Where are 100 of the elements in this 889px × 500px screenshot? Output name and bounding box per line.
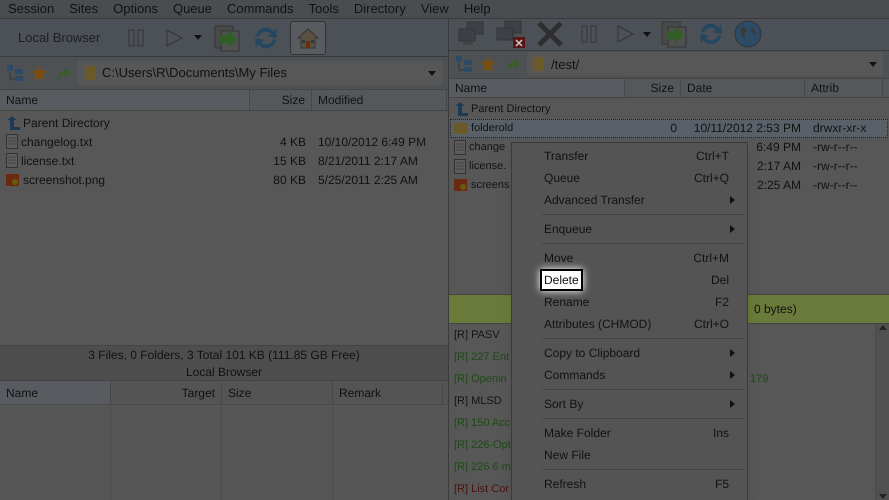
menu-item[interactable]: Session (8, 0, 54, 19)
column-header[interactable]: Name (0, 381, 111, 404)
menu-item[interactable]: Options (113, 0, 158, 19)
caret-icon[interactable] (194, 35, 202, 40)
column-header[interactable]: Target (111, 381, 222, 404)
home-button[interactable] (290, 20, 326, 54)
column-header[interactable]: Remark (333, 381, 443, 404)
menu-item[interactable]: New File (544, 446, 591, 464)
menu-item[interactable]: Make Folder (544, 424, 611, 442)
file-attributes: -rw-r--r-- (813, 140, 858, 154)
log-line: [R] List Cor (454, 483, 510, 495)
path-field[interactable]: C:\Users\R\Documents\My Files (78, 61, 442, 85)
home-icon[interactable] (296, 26, 320, 50)
play-icon[interactable] (615, 24, 635, 44)
file-date: 10/10/2012 6:49 PM (318, 134, 426, 148)
menu-item[interactable]: Delete (540, 269, 583, 291)
shortcut-text: Ins (712, 425, 729, 442)
column-header[interactable]: Attrib (805, 78, 883, 97)
globe-icon[interactable] (733, 19, 763, 50)
transfer-icon[interactable] (659, 19, 689, 50)
menu-item[interactable]: Sort By (544, 395, 584, 413)
menu-item[interactable]: Queue (172, 0, 212, 19)
disconnect-icon[interactable] (495, 19, 527, 50)
menu-item[interactable]: Directory (354, 0, 406, 19)
panel-caption: Local Browser (186, 364, 262, 381)
status-text: 0 bytes) (754, 300, 797, 318)
scroll-down-icon[interactable] (878, 494, 886, 500)
image-file-icon (6, 172, 20, 186)
menu-item[interactable]: Queue (544, 169, 580, 187)
file-date: 5/25/2011 2:25 AM (318, 172, 418, 186)
log-line: [R] 226 6 m (454, 461, 511, 473)
cancel-icon[interactable] (535, 19, 565, 50)
shortcut-text: Ctrl+Q (694, 170, 729, 187)
file-date: 10/11/2012 2:53 PM (694, 121, 801, 136)
menu-item[interactable]: Help (464, 0, 491, 19)
status-text: 3 Files, 0 Folders, 3 Total 101 KB (111.85 GB Free) (88, 347, 360, 364)
shortcut-text: F2 (714, 294, 729, 311)
caret-icon[interactable] (643, 32, 651, 37)
file-size: 4 KB (280, 134, 306, 148)
scrollbar[interactable] (875, 324, 889, 500)
selected-row[interactable]: folderold 0 10/11/2012 2:53 PM drwxr-xr-x (450, 118, 888, 138)
file-attributes: drwxr-xr-x (813, 121, 866, 136)
file-name[interactable]: screens (471, 176, 510, 194)
menu-item[interactable]: Commands (544, 366, 606, 384)
site-tree-icon[interactable] (455, 55, 473, 74)
file-name[interactable]: folderold (471, 120, 514, 136)
file-attributes: -rw-r--r-- (813, 159, 858, 174)
log-line: [R] MLSD (454, 395, 502, 407)
menu-item[interactable]: Move (544, 249, 574, 267)
menu-item[interactable]: Refresh (544, 475, 586, 493)
pause-icon[interactable] (126, 28, 146, 48)
document-icon (6, 153, 18, 168)
folder-icon (454, 121, 468, 136)
file-name[interactable]: screenshot.png (23, 170, 106, 188)
column-header[interactable]: Name (0, 90, 250, 110)
dropdown-caret-icon[interactable] (428, 70, 436, 76)
file-size: 15 KB (273, 154, 306, 168)
dropdown-caret-icon[interactable] (869, 62, 877, 67)
file-date: 8/21/2011 2:17 AM (318, 154, 418, 168)
toolbar-label: Local Browser (18, 28, 100, 47)
column-header[interactable]: Name (449, 78, 625, 97)
column-header[interactable]: Size (222, 381, 333, 404)
menu-item[interactable]: Transfer (544, 147, 588, 165)
log-line: [R] Openin (454, 373, 507, 385)
column-header[interactable]: Date (681, 78, 805, 97)
shortcut-text: Del (710, 272, 729, 289)
document-icon (6, 134, 18, 149)
file-name[interactable]: Parent Directory (23, 114, 110, 132)
menu-item[interactable]: Sites (69, 0, 98, 19)
menu-item[interactable]: Commands (227, 0, 294, 19)
star-icon[interactable] (30, 64, 48, 82)
menu-item[interactable]: Attributes (CHMOD) (544, 315, 652, 333)
up-arrow-icon (454, 102, 468, 116)
log-line: [R] PASV (454, 329, 500, 341)
menu-item[interactable]: Rename (544, 293, 590, 311)
menu-item[interactable]: Enqueue (544, 220, 592, 238)
file-size: 80 KB (273, 172, 306, 186)
file-name[interactable]: license.txt (21, 152, 74, 170)
column-header[interactable]: Modified (312, 90, 447, 110)
pause-icon[interactable] (579, 24, 599, 44)
transfer-icon[interactable] (212, 22, 242, 52)
shortcut-text: Ctrl+T (696, 148, 729, 165)
play-icon[interactable] (164, 28, 184, 48)
shortcut-text: Ctrl+M (693, 250, 729, 267)
document-icon (454, 158, 466, 174)
menu-item[interactable]: Tools (308, 0, 339, 19)
star-icon[interactable] (479, 55, 497, 74)
path-field[interactable]: /test/ (527, 52, 883, 76)
column-header[interactable]: Size (250, 90, 312, 110)
log-line: [R] 226-Opt (454, 439, 511, 451)
file-attributes: -rw-r--r-- (813, 178, 858, 192)
file-name[interactable]: license. (469, 158, 506, 174)
file-name[interactable]: Parent Directory (471, 100, 550, 118)
menu-item[interactable]: View (420, 0, 449, 19)
column-header[interactable]: Size (625, 78, 681, 97)
file-name[interactable]: changelog.txt (21, 132, 92, 150)
site-tree-icon[interactable] (6, 64, 24, 82)
file-name[interactable]: change (469, 138, 506, 156)
menu-item[interactable]: Advanced Transfer (544, 191, 645, 209)
menu-item[interactable]: Copy to Clipboard (544, 344, 640, 362)
